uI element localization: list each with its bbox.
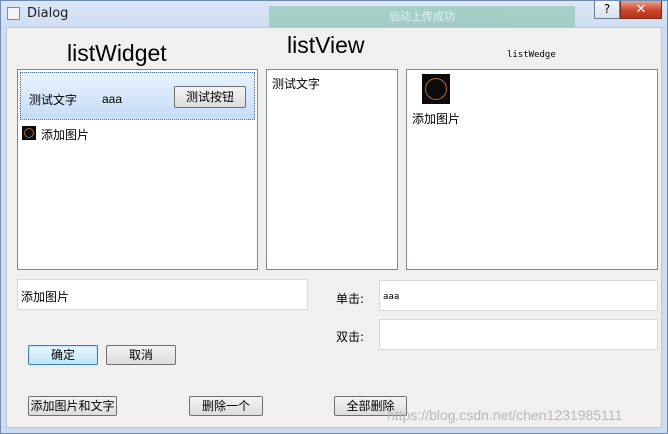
single-click-label: 单击: [336,292,365,306]
list-view-item[interactable]: 测试文字 [272,75,320,92]
test-button[interactable]: 测试按钮 [174,86,246,108]
close-button[interactable]: ✕ [620,1,662,19]
title-bar[interactable]: Dialog 启动上传成功 ? ✕ [1,1,667,28]
list-widget-row1-value: aaa [102,92,123,106]
heading-list-view: listView [287,32,365,58]
list-widget-row1-text: 测试文字 [29,93,78,107]
window-icon [7,7,20,20]
dialog-client-area: listWidget listView listWedge 测试文字 aaa 测… [6,27,662,428]
heading-list-widget: listWidget [67,40,167,66]
single-click-input[interactable]: aaa [379,280,658,311]
ok-button[interactable]: 确定 [28,345,98,365]
cancel-button[interactable]: 取消 [106,345,176,365]
list-view[interactable]: 测试文字 [266,69,398,270]
window-title: Dialog [27,6,69,21]
double-click-label: 双击: [336,330,365,344]
list-widget-row2-text[interactable]: 添加图片 [41,126,89,143]
add-image-text-button[interactable]: 添加图片和文字 [28,396,117,416]
image-icon [22,126,36,140]
heading-list-wedge: listWedge [507,50,556,60]
single-click-value: aaa [383,292,400,302]
list-widget[interactable]: 测试文字 aaa 测试按钮 添加图片 [17,69,258,270]
help-button[interactable]: ? [594,1,620,19]
image-icon [422,74,450,104]
delete-one-button[interactable]: 删除一个 [189,396,263,416]
list-wedge[interactable]: 添加图片 [406,69,658,270]
list-widget-row-selected[interactable]: 测试文字 aaa 测试按钮 [20,72,255,120]
image-name-value: 添加图片 [21,290,70,304]
image-name-input[interactable]: 添加图片 [17,279,308,310]
watermark: https://blog.csdn.net/chen1231985111 [387,407,623,423]
background-overlay: 启动上传成功 [269,6,575,28]
dialog-window: Dialog 启动上传成功 ? ✕ listWidget listView li… [0,0,668,434]
double-click-input[interactable] [379,319,658,350]
list-wedge-item-label[interactable]: 添加图片 [412,110,460,127]
